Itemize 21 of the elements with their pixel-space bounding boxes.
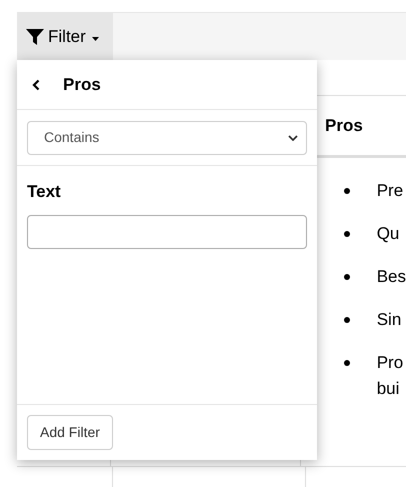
add-filter-button[interactable]: Add Filter: [27, 415, 113, 450]
filter-button[interactable]: Filter: [17, 13, 113, 60]
column-header: Pros: [325, 114, 363, 137]
text-input[interactable]: [27, 214, 307, 248]
list-item: Qu: [376, 223, 400, 245]
list-item: Sin: [376, 309, 402, 331]
bullet-icon: [344, 274, 350, 280]
list-item: Pre: [376, 180, 404, 202]
operator-select[interactable]: Contains: [27, 120, 307, 154]
list-item: Bes: [376, 266, 406, 288]
caret-icon: [92, 36, 99, 40]
list-item: Pro bui: [376, 352, 404, 400]
chevron-down-icon: [288, 134, 298, 140]
bullet-icon: [344, 360, 350, 366]
field-label: Text: [27, 181, 62, 203]
bullet-icon: [344, 188, 350, 194]
filter-icon: [26, 28, 44, 46]
chevron-left-icon: [32, 78, 40, 90]
popup-title: Pros: [63, 74, 101, 96]
bullet-icon: [344, 317, 350, 323]
bullet-icon: [344, 231, 350, 237]
